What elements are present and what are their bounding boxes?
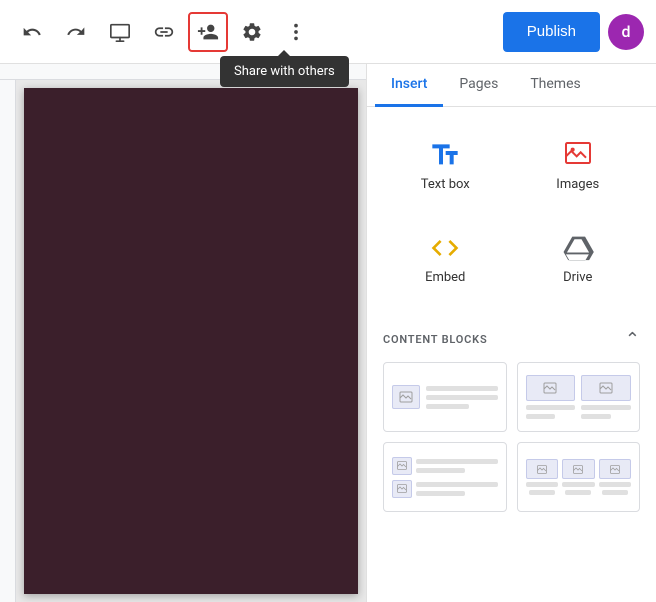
block-lines-row2 xyxy=(416,482,498,496)
block-img-1 xyxy=(526,375,576,401)
block-row-2 xyxy=(392,480,498,498)
ruler-vertical xyxy=(0,80,16,602)
block-col-stack-2 xyxy=(562,459,595,495)
block-line-3c3-2 xyxy=(602,490,628,495)
canvas-area xyxy=(0,64,366,602)
preview-button[interactable] xyxy=(100,12,140,52)
block-col-2 xyxy=(581,375,631,419)
block-line-2 xyxy=(426,395,498,400)
collapse-blocks-button[interactable]: ⌃ xyxy=(625,329,640,350)
block-img-3col-1 xyxy=(526,459,559,479)
block-line-3c3-1 xyxy=(599,482,632,487)
block-col-1 xyxy=(526,375,576,419)
block-img-xs-1 xyxy=(392,457,412,475)
insert-panel: Text box Images xyxy=(367,107,656,602)
block-line-col2-1 xyxy=(581,405,631,410)
block-two-col-images[interactable] xyxy=(517,362,641,432)
content-blocks-section-header: CONTENT BLOCKS ⌃ xyxy=(383,325,640,362)
gear-icon xyxy=(241,21,263,43)
insert-grid: Text box Images xyxy=(383,123,640,301)
drive-label: Drive xyxy=(563,270,592,285)
link-icon xyxy=(153,21,175,43)
block-line-col1-1 xyxy=(526,405,576,410)
more-options-button[interactable] xyxy=(276,12,316,52)
link-button[interactable] xyxy=(144,12,184,52)
drive-icon xyxy=(562,232,594,264)
tab-insert[interactable]: Insert xyxy=(375,64,443,107)
block-line-r1s xyxy=(416,468,465,473)
block-col-stack-1 xyxy=(526,459,559,495)
tabs-bar: Insert Pages Themes xyxy=(367,64,656,107)
block-2col-layout xyxy=(526,375,632,419)
block-image-text-row[interactable] xyxy=(383,362,507,432)
block-three-col[interactable] xyxy=(517,442,641,512)
insert-embed[interactable]: Embed xyxy=(383,216,508,301)
content-blocks-grid xyxy=(383,362,640,512)
block-row-1 xyxy=(392,457,498,475)
block-1col-layout xyxy=(392,385,498,409)
text-box-icon xyxy=(429,139,461,171)
toolbar-right: Publish d xyxy=(503,12,644,52)
share-button[interactable] xyxy=(188,12,228,52)
images-label: Images xyxy=(556,177,599,192)
redo-icon xyxy=(66,22,86,42)
block-line-r1 xyxy=(416,459,498,464)
block-line-3c2-1 xyxy=(562,482,595,487)
block-line-1 xyxy=(426,386,498,391)
block-img-placeholder xyxy=(392,385,420,409)
embed-icon xyxy=(429,232,461,264)
block-img-3col-3 xyxy=(599,459,632,479)
undo-icon xyxy=(22,22,42,42)
block-img-xs-2 xyxy=(392,480,412,498)
block-line-col2-2 xyxy=(581,414,611,419)
block-image-rows[interactable] xyxy=(383,442,507,512)
block-lines-row1 xyxy=(416,459,498,473)
publish-button[interactable]: Publish xyxy=(503,12,600,52)
toolbar: Publish d Share with others xyxy=(0,0,656,64)
main-content: Insert Pages Themes Text box xyxy=(0,64,656,602)
block-line-r2 xyxy=(416,482,498,487)
settings-button[interactable] xyxy=(232,12,272,52)
block-line-3c1-2 xyxy=(529,490,555,495)
block-text-lines xyxy=(426,386,498,409)
right-panel: Insert Pages Themes Text box xyxy=(366,64,656,602)
block-img-3col-2 xyxy=(562,459,595,479)
block-line-r2s xyxy=(416,491,465,496)
block-col-stack-3 xyxy=(599,459,632,495)
images-icon xyxy=(562,139,594,171)
block-img-2 xyxy=(581,375,631,401)
block-3col-layout xyxy=(526,459,632,495)
content-blocks-title: CONTENT BLOCKS xyxy=(383,333,487,346)
tab-themes[interactable]: Themes xyxy=(514,64,596,107)
block-line-3c2-2 xyxy=(565,490,591,495)
toolbar-left xyxy=(12,12,503,52)
tab-pages[interactable]: Pages xyxy=(443,64,514,107)
undo-button[interactable] xyxy=(12,12,52,52)
block-line-3 xyxy=(426,404,469,409)
embed-label: Embed xyxy=(425,270,465,285)
avatar[interactable]: d xyxy=(608,14,644,50)
canvas-page[interactable] xyxy=(24,88,358,594)
more-vert-icon xyxy=(285,21,307,43)
block-line-col1-2 xyxy=(526,414,556,419)
block-3row-layout xyxy=(392,457,498,498)
insert-text-box[interactable]: Text box xyxy=(383,123,508,208)
preview-icon xyxy=(109,21,131,43)
share-person-icon xyxy=(197,21,219,43)
ruler-horizontal xyxy=(0,64,366,80)
insert-images[interactable]: Images xyxy=(516,123,641,208)
redo-button[interactable] xyxy=(56,12,96,52)
insert-drive[interactable]: Drive xyxy=(516,216,641,301)
block-line-3c1-1 xyxy=(526,482,559,487)
text-box-label: Text box xyxy=(421,177,470,192)
